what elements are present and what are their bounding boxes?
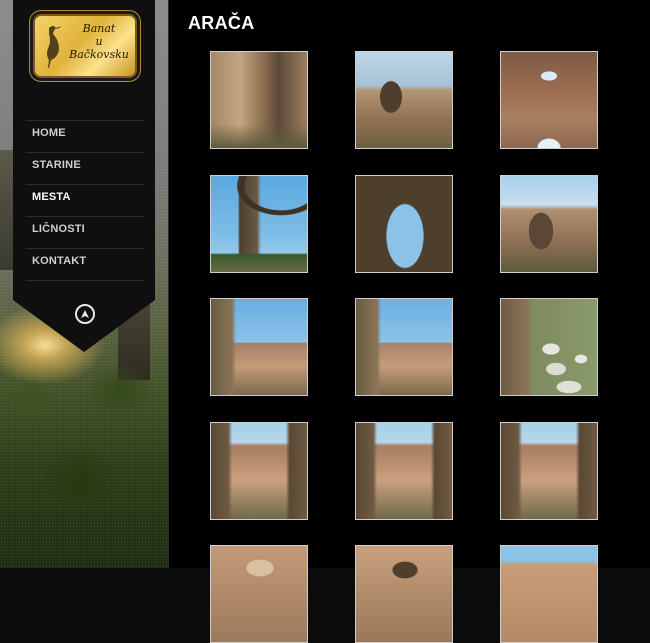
gallery-thumb[interactable] bbox=[355, 298, 453, 396]
gallery-thumb[interactable] bbox=[210, 51, 308, 149]
gallery-thumb[interactable] bbox=[355, 51, 453, 149]
scroll-top-button[interactable] bbox=[75, 304, 95, 324]
logo-line-1: Banat bbox=[82, 22, 116, 35]
nav-divider bbox=[26, 280, 143, 282]
gallery-thumb[interactable] bbox=[500, 175, 598, 273]
crane-icon bbox=[47, 26, 62, 68]
gallery-thumb[interactable] bbox=[500, 298, 598, 396]
gallery-thumb[interactable] bbox=[355, 422, 453, 520]
gallery-thumb[interactable] bbox=[355, 545, 453, 643]
gallery-thumb[interactable] bbox=[355, 175, 453, 273]
main-nav: HOME STARINE MESTA LIČNOSTI KONTAKT bbox=[26, 120, 143, 282]
logo-line-2: u bbox=[95, 35, 103, 48]
gallery-thumb[interactable] bbox=[500, 545, 598, 643]
main-content: ARAČA bbox=[169, 0, 650, 643]
nav-item-starine[interactable]: STARINE bbox=[26, 152, 143, 184]
gallery-thumb[interactable] bbox=[210, 545, 308, 643]
up-arrow-circle-icon bbox=[81, 310, 89, 318]
logo-line-3: Bačkovsku bbox=[69, 48, 129, 61]
gallery-thumb[interactable] bbox=[210, 175, 308, 273]
gallery-thumb[interactable] bbox=[500, 51, 598, 149]
gallery-thumb[interactable] bbox=[500, 422, 598, 520]
gallery-thumb[interactable] bbox=[210, 298, 308, 396]
gallery-thumb[interactable] bbox=[210, 422, 308, 520]
nav-item-kontakt[interactable]: KONTAKT bbox=[26, 248, 143, 280]
nav-item-mesta[interactable]: MESTA bbox=[26, 184, 143, 216]
background-ruin-left bbox=[0, 150, 14, 270]
logo-text: Banat u Bačkovsku bbox=[65, 22, 133, 61]
background-trees bbox=[0, 360, 168, 568]
logo-frame: Banat u Bačkovsku bbox=[33, 14, 137, 78]
page-title: ARAČA bbox=[188, 13, 255, 33]
nav-item-licnosti[interactable]: LIČNOSTI bbox=[26, 216, 143, 248]
nav-item-home[interactable]: HOME bbox=[26, 120, 143, 152]
site-logo[interactable]: Banat u Bačkovsku bbox=[17, 8, 153, 84]
